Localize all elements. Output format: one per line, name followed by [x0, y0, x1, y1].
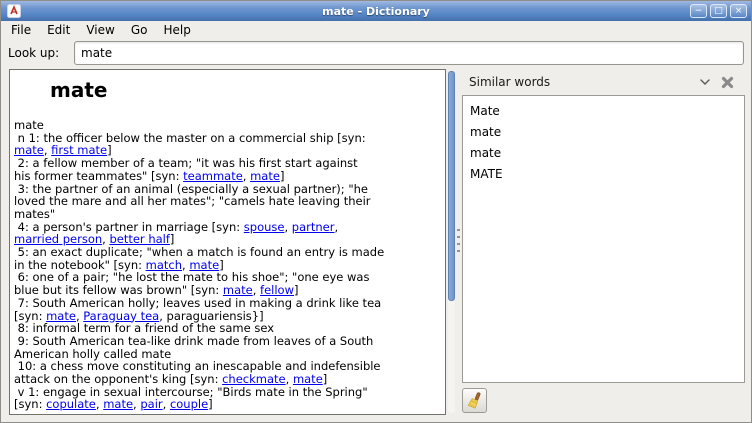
sidebar-close-button[interactable] — [715, 72, 739, 92]
synonym-link[interactable]: copulate — [46, 397, 96, 411]
synonym-link[interactable]: spouse — [244, 220, 285, 234]
clear-button[interactable] — [462, 388, 487, 413]
definition-line: loved the mare and all her mates"; "came… — [14, 195, 443, 208]
definition-line: mate — [14, 119, 443, 132]
close-icon — [721, 76, 734, 89]
titlebar[interactable]: mate - Dictionary − □ × — [1, 1, 751, 21]
window-title: mate - Dictionary — [1, 5, 751, 18]
menu-go[interactable]: Go — [123, 21, 156, 39]
similar-word-item[interactable]: mate — [463, 143, 744, 164]
synonym-link[interactable]: mate — [293, 372, 323, 386]
sidebar-title: Similar words — [469, 75, 695, 89]
pane-splitter[interactable] — [455, 69, 462, 415]
sidebar-collapse-button[interactable] — [695, 72, 715, 92]
lookup-row: Look up: — [1, 39, 751, 67]
dictionary-window: mate - Dictionary − □ × FileEditViewGoHelp… — [0, 0, 752, 423]
chevron-down-icon — [700, 79, 710, 85]
menubar: FileEditViewGoHelp — [1, 21, 751, 39]
definition-line: [syn: copulate, mate, pair, couple] — [14, 398, 443, 411]
minimize-icon: − — [695, 7, 703, 16]
similar-words-list: MatematemateMATE — [462, 95, 745, 383]
synonym-link[interactable]: teammate — [183, 169, 243, 183]
definition-body: mate n 1: the officer below the master o… — [14, 119, 443, 411]
broom-icon — [466, 392, 483, 409]
maximize-icon: □ — [714, 7, 723, 16]
definition-line: attack on the opponent's king [syn: chec… — [14, 373, 443, 386]
definition-line: blue but its fellow was brown" [syn: mat… — [14, 284, 443, 297]
similar-word-item[interactable]: mate — [463, 122, 744, 143]
menu-help[interactable]: Help — [155, 21, 198, 39]
synonym-link[interactable]: partner — [292, 220, 335, 234]
synonym-link[interactable]: mate — [103, 397, 133, 411]
sidebar-header: Similar words — [462, 69, 745, 95]
menu-view[interactable]: View — [78, 21, 122, 39]
maximize-button[interactable]: □ — [710, 4, 727, 18]
menu-edit[interactable]: Edit — [39, 21, 78, 39]
menu-file[interactable]: File — [3, 21, 39, 39]
similar-word-item[interactable]: Mate — [463, 101, 744, 122]
scrollbar-thumb[interactable] — [448, 71, 455, 301]
synonym-link[interactable]: mate — [250, 169, 280, 183]
synonym-link[interactable]: couple — [170, 397, 208, 411]
window-controls: − □ × — [690, 4, 747, 18]
definition-scrollbar[interactable] — [448, 71, 455, 413]
close-button[interactable]: × — [730, 4, 747, 18]
minimize-button[interactable]: − — [690, 4, 707, 18]
definition-line: his former teammates" [syn: teammate, ma… — [14, 170, 443, 183]
definition-panel[interactable]: mate mate n 1: the officer below the mas… — [9, 69, 446, 415]
definition-line: 5: an exact duplicate; "when a match is … — [14, 246, 443, 259]
definition-line: 7: South American holly; leaves used in … — [14, 297, 443, 310]
similar-words-sidebar: Similar words MatematemateMATE — [462, 69, 745, 415]
synonym-link[interactable]: checkmate — [222, 372, 286, 386]
lookup-input[interactable] — [74, 41, 744, 65]
definition-line: mates" — [14, 208, 443, 221]
similar-word-item[interactable]: MATE — [463, 164, 744, 185]
synonym-link[interactable]: pair — [140, 397, 162, 411]
definition-textview: mate mate n 1: the officer below the mas… — [10, 70, 445, 411]
splitter-grip-icon — [457, 229, 460, 257]
headword: mate — [50, 78, 443, 102]
definition-line: 9: South American tea-like drink made fr… — [14, 335, 443, 348]
close-icon: × — [735, 7, 743, 16]
lookup-label: Look up: — [8, 46, 74, 60]
